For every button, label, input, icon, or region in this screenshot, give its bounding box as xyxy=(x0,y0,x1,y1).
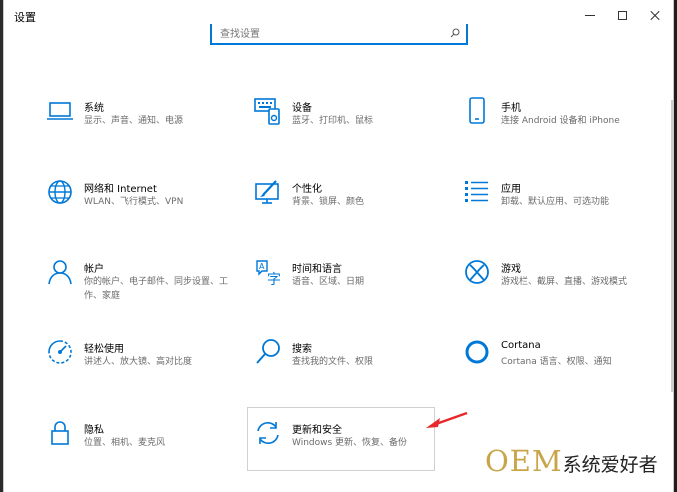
tile-title: 搜索 xyxy=(292,344,312,355)
globe-icon xyxy=(48,180,72,204)
search-icon xyxy=(450,28,460,38)
settings-window: 设置 系统 显示、声音、通知、电源 设备 蓝牙、打印机、鼠标 xyxy=(3,0,674,492)
tile-desc: Windows 更新、恢复、备份 xyxy=(292,438,408,448)
sync-arrows-icon xyxy=(257,422,279,444)
magnifier-icon xyxy=(256,339,280,364)
close-button[interactable] xyxy=(640,4,670,26)
tile-desc: 卸载、默认应用、可选功能 xyxy=(501,197,610,207)
person-icon xyxy=(48,260,72,285)
tile-desc: 连接 Android 设备和 iPhone xyxy=(501,116,620,126)
tile-search[interactable]: 搜索 查找我的文件、权限 xyxy=(254,338,454,398)
tile-title: 系统 xyxy=(84,103,104,114)
cortana-ring-icon xyxy=(465,340,489,364)
watermark-brand: OEM xyxy=(485,444,563,478)
tile-privacy[interactable]: 隐私 位置、相机、麦克风 xyxy=(46,419,246,479)
app-list-icon xyxy=(465,181,488,202)
tile-title: 网络和 Internet xyxy=(84,184,157,195)
tile-desc: 语音、区域、日期 xyxy=(292,277,365,287)
tile-title: 时间和语言 xyxy=(292,264,342,275)
tile-desc: 背景、锁屏、颜色 xyxy=(292,197,365,207)
tile-title: Cortana xyxy=(501,340,541,351)
tile-desc: 显示、声音、通知、电源 xyxy=(84,116,184,126)
svg-text:字: 字 xyxy=(267,272,281,286)
tile-desc: 你的帐户、电子邮件、同步设置、工作、家庭 xyxy=(84,277,229,301)
language-clock-icon: A 字 xyxy=(256,260,281,286)
tile-accounts[interactable]: 帐户 你的帐户、电子邮件、同步设置、工作、家庭 xyxy=(46,258,246,318)
xbox-icon xyxy=(465,260,489,284)
tile-title: 更新和安全 xyxy=(292,425,342,436)
maximize-button[interactable] xyxy=(607,4,637,26)
tile-phone[interactable]: 手机 连接 Android 设备和 iPhone xyxy=(463,97,663,157)
tile-title: 游戏 xyxy=(501,264,521,275)
tile-title: 帐户 xyxy=(84,264,104,275)
minimize-button[interactable] xyxy=(575,4,605,26)
watermark-text: 系统爱好者 xyxy=(562,454,658,476)
tile-desc: WLAN、飞行模式、VPN xyxy=(84,197,184,207)
tile-devices[interactable]: 设备 蓝牙、打印机、鼠标 xyxy=(254,97,454,157)
paintbrush-monitor-icon xyxy=(255,180,279,204)
tile-desc: 查找我的文件、权限 xyxy=(292,357,374,367)
search-box[interactable] xyxy=(210,24,468,45)
tile-desc: 讲述人、放大镜、高对比度 xyxy=(84,357,193,367)
scrollbar[interactable] xyxy=(671,100,673,392)
tile-desc: 蓝牙、打印机、鼠标 xyxy=(292,116,374,126)
tile-desc: 位置、相机、麦克风 xyxy=(84,438,166,448)
keyboard-device-icon xyxy=(254,98,280,125)
phone-icon xyxy=(469,97,485,124)
tile-title: 设备 xyxy=(292,103,312,114)
tile-title: 轻松使用 xyxy=(84,344,124,355)
tile-desc: 游戏栏、截屏、直播、游戏模式 xyxy=(501,277,628,287)
tile-title: 应用 xyxy=(501,184,521,195)
tile-title: 隐私 xyxy=(84,425,104,436)
tile-cortana[interactable]: Cortana Cortana 语言、权限、通知 xyxy=(463,338,663,398)
lock-icon xyxy=(51,421,69,445)
ease-of-access-icon xyxy=(48,340,72,364)
tile-title: 手机 xyxy=(501,103,521,114)
tile-desc: Cortana 语言、权限、通知 xyxy=(501,357,612,367)
tile-apps[interactable]: 应用 卸载、默认应用、可选功能 xyxy=(463,178,663,238)
watermark: OEM系统爱好者 xyxy=(485,444,658,478)
tile-system[interactable]: 系统 显示、声音、通知、电源 xyxy=(46,97,246,157)
laptop-icon xyxy=(47,102,73,120)
tile-time-language[interactable]: A 字 时间和语言 语音、区域、日期 xyxy=(254,258,454,318)
tile-gaming[interactable]: 游戏 游戏栏、截屏、直播、游戏模式 xyxy=(463,258,663,318)
svg-text:A: A xyxy=(259,262,265,271)
tile-personalization[interactable]: 个性化 背景、锁屏、颜色 xyxy=(254,178,454,238)
window-title: 设置 xyxy=(14,11,36,24)
tile-network[interactable]: 网络和 Internet WLAN、飞行模式、VPN xyxy=(46,178,246,238)
tile-title: 个性化 xyxy=(292,184,322,195)
search-input[interactable] xyxy=(218,25,442,43)
annotation-arrow-icon xyxy=(426,411,468,428)
tile-ease-of-access[interactable]: 轻松使用 讲述人、放大镜、高对比度 xyxy=(46,338,246,398)
